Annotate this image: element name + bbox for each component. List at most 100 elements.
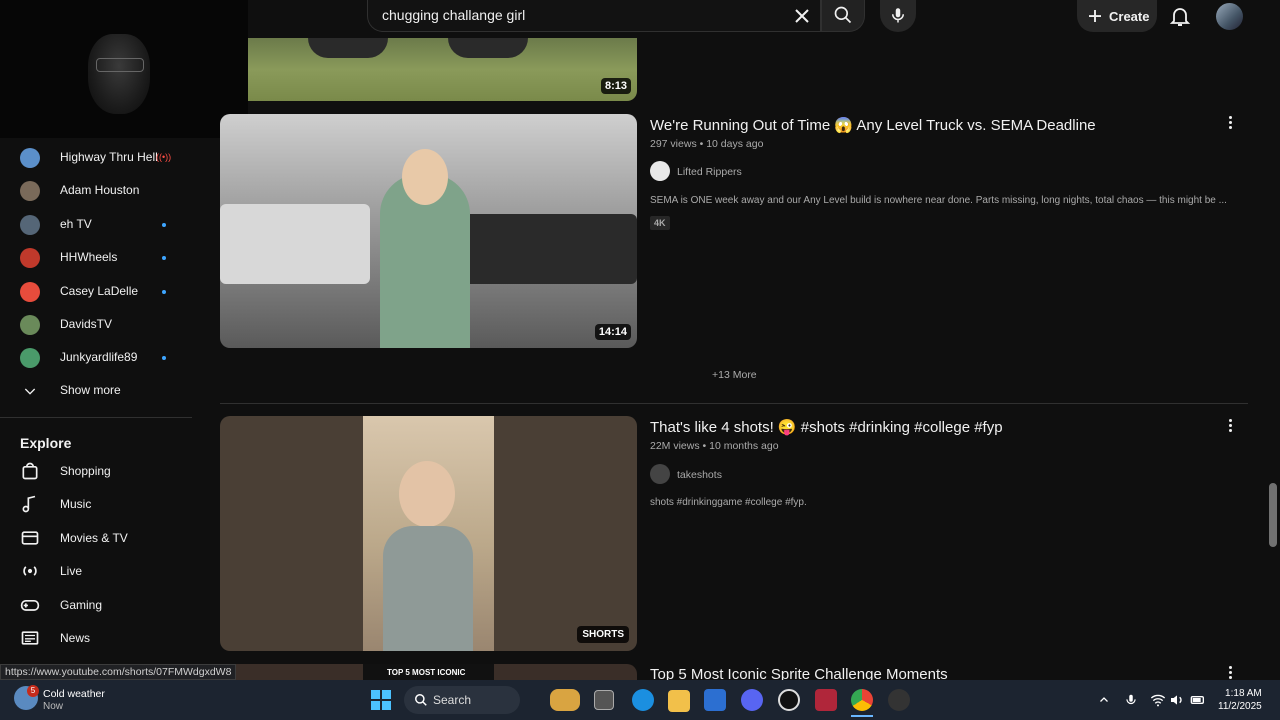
- show-more-label: Show more: [60, 383, 121, 397]
- channel-avatar: [20, 181, 40, 202]
- channel-name[interactable]: Lifted Rippers: [677, 166, 742, 178]
- webcam-overlay: [0, 0, 248, 138]
- store-icon[interactable]: [704, 689, 726, 711]
- gamepad-icon: [20, 599, 40, 611]
- channel-avatar: [20, 214, 40, 235]
- sidebar-subscription-item[interactable]: Junkyardlife89: [0, 341, 190, 374]
- sidebar-subscription-item[interactable]: Highway Thru Hell ((•)): [0, 141, 190, 174]
- video-title[interactable]: That's like 4 shots! 😜 #shots #drinking …: [650, 418, 1003, 436]
- search-icon: [834, 6, 852, 24]
- more-options-icon[interactable]: [1229, 666, 1233, 680]
- taskbar-search-box[interactable]: Search: [404, 686, 520, 714]
- explore-item[interactable]: News: [0, 622, 190, 655]
- clock[interactable]: 1:18 AM 11/2/2025: [1218, 687, 1262, 713]
- sidebar-item-label: Adam Houston: [60, 183, 140, 198]
- windows-start-icon[interactable]: [371, 690, 391, 710]
- microphone-icon[interactable]: [1124, 692, 1138, 708]
- channel-avatar: [20, 315, 40, 335]
- explore-item-label: Live: [60, 564, 83, 579]
- new-content-dot: [162, 289, 166, 294]
- battery-icon[interactable]: [1189, 692, 1207, 708]
- create-button[interactable]: Create: [1077, 0, 1157, 32]
- task-view-icon[interactable]: [594, 690, 614, 710]
- explore-item-label: Shopping: [60, 464, 111, 478]
- more-options-icon[interactable]: [1229, 419, 1233, 434]
- sidebar-item-label: Casey LaDelle: [60, 283, 139, 298]
- sidebar-subscription-item[interactable]: Adam Houston: [0, 174, 190, 207]
- weather-badge: 5: [27, 685, 39, 697]
- sidebar-subscription-item[interactable]: DavidsTV: [0, 308, 190, 341]
- app-icon[interactable]: [815, 689, 837, 711]
- file-explorer-icon[interactable]: [668, 690, 690, 712]
- film-icon: [21, 531, 39, 545]
- quality-badge: 4K: [650, 216, 670, 230]
- sidebar-item-label: DavidsTV: [60, 317, 113, 331]
- thumbnail-text: TOP 5 MOST ICONIC: [387, 668, 466, 677]
- shopping-bag-icon: [22, 462, 38, 480]
- edge-browser-icon[interactable]: [632, 689, 654, 711]
- discord-icon[interactable]: [741, 689, 763, 711]
- channel-name[interactable]: takeshots: [677, 469, 722, 481]
- show-more-button[interactable]: Show more: [0, 374, 190, 407]
- sidebar-item-label: Junkyardlife89: [60, 350, 138, 365]
- chevron-down-icon: [24, 388, 36, 395]
- video-thumbnail-partial[interactable]: TOP 5 MOST ICONIC: [220, 664, 637, 680]
- explore-item[interactable]: Gaming: [0, 589, 190, 622]
- video-thumbnail-partial[interactable]: 8:13: [248, 38, 637, 101]
- thumb-title-strip: TOP 5 MOST ICONIC: [363, 664, 494, 680]
- channel-avatar: [20, 348, 40, 369]
- more-options-icon[interactable]: [1229, 116, 1233, 131]
- explore-item[interactable]: Live: [0, 555, 190, 588]
- channel-avatar[interactable]: [650, 161, 670, 181]
- explore-item[interactable]: Shopping: [0, 455, 190, 488]
- search-button[interactable]: [821, 0, 865, 32]
- tire-image: [308, 38, 388, 58]
- app-icon[interactable]: [888, 689, 910, 711]
- notifications-bell-icon[interactable]: [1168, 4, 1192, 28]
- more-results-link[interactable]: +13 More: [712, 369, 757, 381]
- new-content-dot: [162, 222, 166, 227]
- explore-item-label: Gaming: [60, 597, 103, 612]
- widgets-icon[interactable]: [550, 689, 580, 711]
- app-icon[interactable]: [778, 689, 800, 711]
- search-query-text: chugging challange girl: [382, 7, 526, 23]
- taskbar-search-label: Search: [433, 693, 472, 707]
- sidebar-subscription-item[interactable]: Casey LaDelle: [0, 275, 190, 308]
- wifi-icon[interactable]: [1150, 692, 1166, 708]
- account-avatar[interactable]: [1216, 3, 1243, 30]
- close-icon[interactable]: [790, 4, 814, 28]
- video-duration: 8:13: [600, 78, 631, 94]
- weather-title[interactable]: Cold weather: [43, 688, 105, 700]
- shorts-thumbnail[interactable]: SHORTS: [220, 416, 637, 651]
- sidebar-subscription-item[interactable]: HHWheels: [0, 241, 190, 274]
- explore-item[interactable]: Movies & TV: [0, 522, 190, 555]
- sidebar-item-label: eh TV: [60, 216, 92, 231]
- shorts-badge: SHORTS: [577, 626, 629, 643]
- chrome-icon[interactable]: [851, 689, 873, 711]
- sidebar-subscription-item[interactable]: eh TV: [0, 208, 190, 241]
- weather-subtitle: Now: [43, 701, 64, 712]
- page-scrollbar[interactable]: [1269, 483, 1277, 547]
- face-image: [402, 149, 448, 205]
- video-title[interactable]: Top 5 Most Iconic Sprite Challenge Momen…: [650, 666, 948, 680]
- explore-item-label: News: [60, 631, 91, 645]
- channel-avatar[interactable]: [650, 464, 670, 484]
- webcam-face-image: [88, 34, 150, 114]
- sidebar-item-label: Highway Thru Hell: [60, 150, 158, 164]
- video-title[interactable]: We're Running Out of Time 😱 Any Level Tr…: [650, 116, 1096, 134]
- chevron-up-icon[interactable]: [1098, 694, 1110, 706]
- sidebar-divider: [0, 417, 192, 418]
- video-description: SEMA is ONE week away and our Any Level …: [650, 195, 1227, 206]
- video-description: shots #drinkinggame #college #fyp.: [650, 497, 807, 508]
- channel-avatar: [20, 248, 40, 269]
- explore-item[interactable]: Music: [0, 488, 190, 521]
- new-content-dot: [162, 356, 166, 361]
- face-image: [399, 461, 455, 527]
- video-thumbnail[interactable]: 14:14: [220, 114, 637, 348]
- active-app-indicator: [851, 715, 873, 717]
- person-image: [383, 526, 473, 651]
- shorts-frame-image: [363, 416, 494, 651]
- speaker-icon[interactable]: [1169, 692, 1185, 708]
- plus-icon: [1089, 10, 1101, 22]
- live-indicator-icon: ((•)): [156, 152, 172, 162]
